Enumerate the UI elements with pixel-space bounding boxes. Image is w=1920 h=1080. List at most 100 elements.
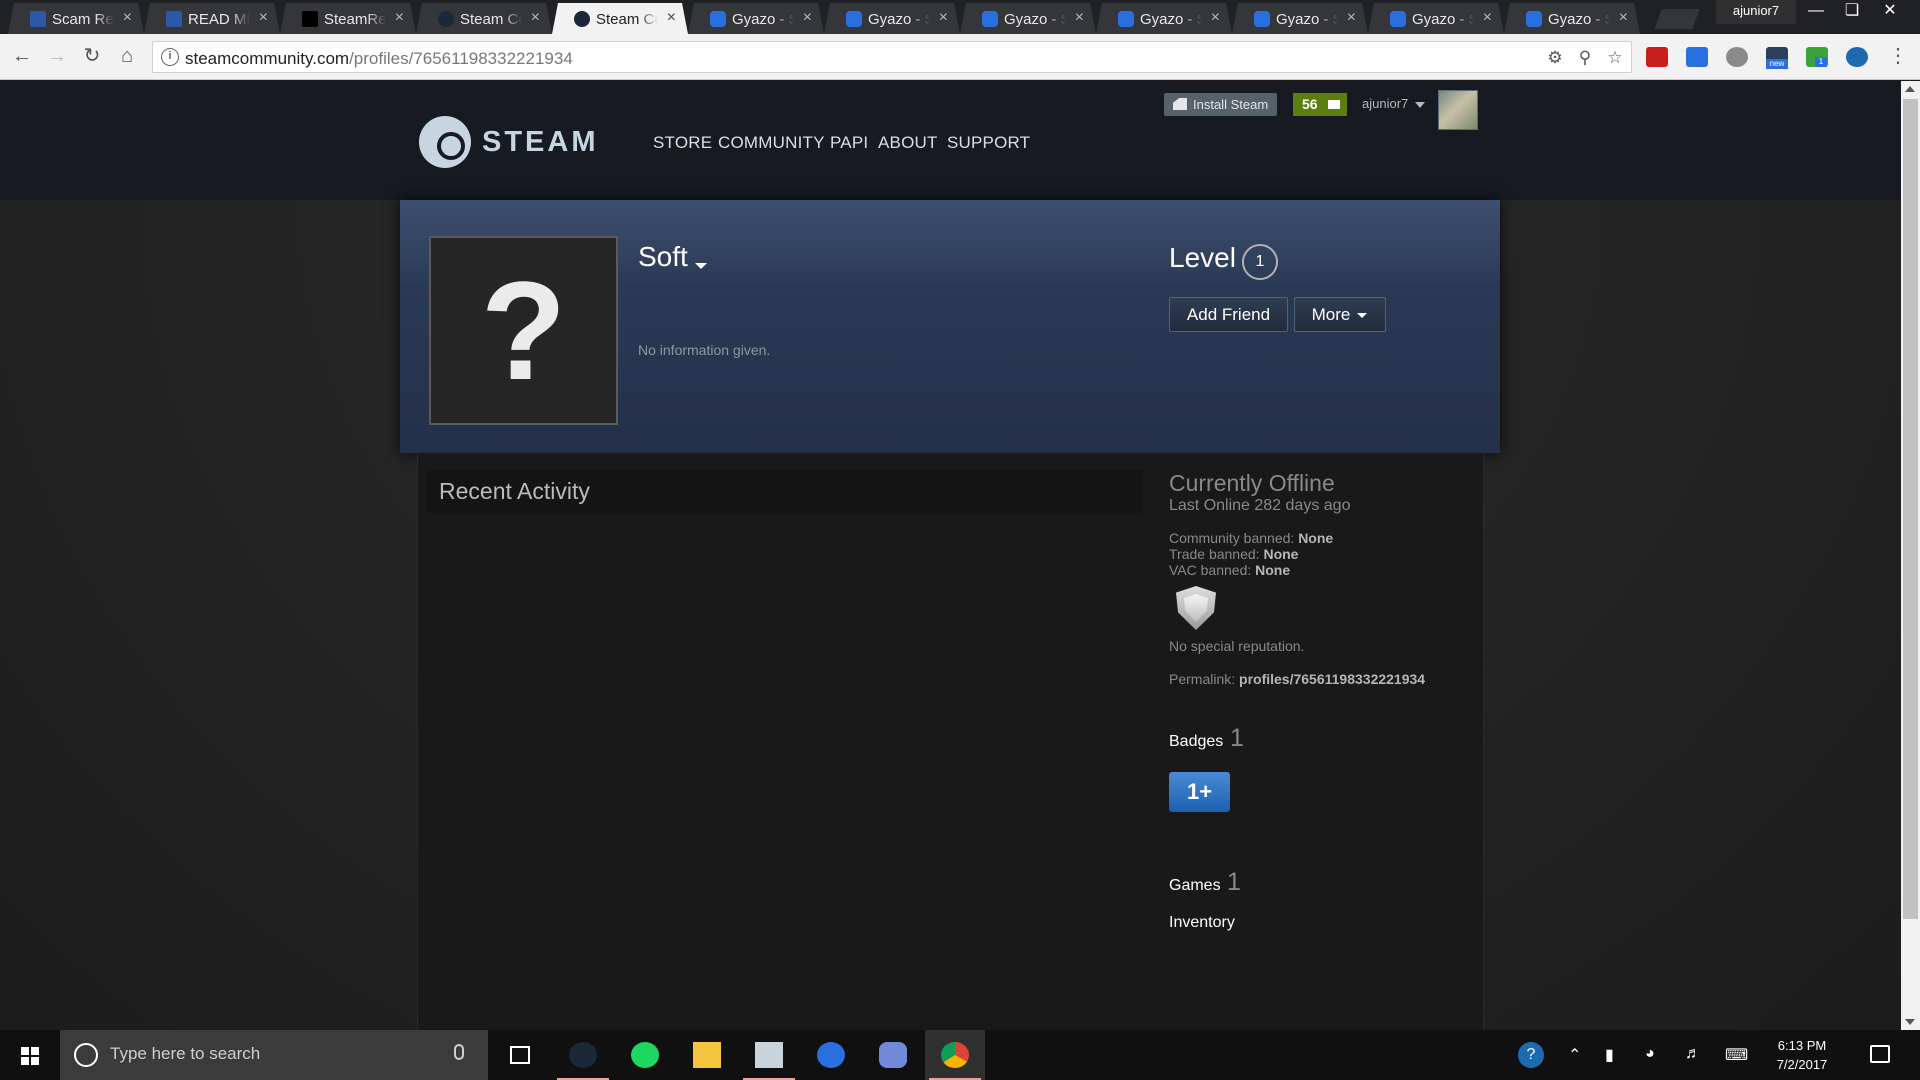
notification-button[interactable]: 56 <box>1293 93 1347 116</box>
browser-tab[interactable]: Gyazo - S × <box>824 3 960 34</box>
browser-tab[interactable]: Scam Rep × <box>8 3 144 34</box>
bookmark-star-icon[interactable]: ☆ <box>1605 48 1625 68</box>
help-tray-icon[interactable]: ? <box>1518 1042 1544 1068</box>
persona-dropdown-icon[interactable] <box>695 263 707 269</box>
cortana-icon <box>74 1043 98 1067</box>
close-tab-icon[interactable]: × <box>667 9 676 27</box>
browser-tab[interactable]: Steam Co × <box>552 3 688 34</box>
browser-tab[interactable]: Gyazo - S × <box>960 3 1096 34</box>
browser-profile-name[interactable]: ajunior7 <box>1716 0 1796 24</box>
close-tab-icon[interactable]: × <box>1619 9 1628 27</box>
close-tab-icon[interactable]: × <box>803 9 812 27</box>
vac-ban-value: None <box>1255 562 1291 578</box>
browser-tab[interactable]: SteamRep × <box>280 3 416 34</box>
extension-red-icon[interactable] <box>1646 47 1668 67</box>
close-tab-icon[interactable]: × <box>1211 9 1220 27</box>
games-link[interactable]: Games <box>1169 877 1221 895</box>
taskbar-gyazo[interactable] <box>801 1030 861 1080</box>
badge-icon[interactable]: 1+ <box>1169 772 1230 812</box>
browser-tab-label: Gyazo - S <box>1412 11 1474 28</box>
clock-time: 6:13 PM <box>1777 1038 1827 1053</box>
back-icon[interactable]: ← <box>8 42 36 70</box>
nav-store[interactable]: STORE <box>653 133 712 153</box>
show-hidden-icons[interactable]: ⌃ <box>1568 1045 1581 1065</box>
account-dropdown-icon[interactable] <box>1415 102 1425 108</box>
nav-about[interactable]: ABOUT <box>878 133 938 153</box>
system-clock[interactable]: 6:13 PM 7/2/2017 <box>1762 1036 1842 1074</box>
volume-icon[interactable]: ♬ <box>1685 1045 1701 1063</box>
browser-tab[interactable]: Gyazo - S × <box>688 3 824 34</box>
close-tab-icon[interactable]: × <box>939 9 948 27</box>
taskbar-app[interactable] <box>739 1030 799 1080</box>
task-view-button[interactable] <box>490 1030 550 1080</box>
close-tab-icon[interactable]: × <box>395 9 404 27</box>
steam-logo-icon[interactable] <box>419 116 471 168</box>
inventory-link[interactable]: Inventory <box>1169 914 1235 932</box>
browser-tab[interactable]: Gyazo - S × <box>1368 3 1504 34</box>
vertical-scrollbar[interactable] <box>1901 81 1920 1030</box>
address-bar[interactable]: i steamcommunity.com/profiles/7656119833… <box>152 41 1632 73</box>
nav-community[interactable]: COMMUNITY <box>718 133 825 153</box>
browser-tab[interactable]: Gyazo - S × <box>1096 3 1232 34</box>
add-friend-button[interactable]: Add Friend <box>1169 297 1288 332</box>
level-badge[interactable]: 1 <box>1242 244 1278 280</box>
close-tab-icon[interactable]: × <box>1347 9 1356 27</box>
gyazo-favicon-icon <box>1526 11 1542 27</box>
zoom-icon[interactable]: ⚲ <box>1575 48 1595 68</box>
games-count[interactable]: 1 <box>1227 868 1241 897</box>
close-tab-icon[interactable]: × <box>259 9 268 27</box>
nav-support[interactable]: SUPPORT <box>947 133 1030 153</box>
minimize-icon[interactable]: — <box>1798 0 1834 24</box>
extension-new-icon[interactable]: new <box>1766 47 1788 69</box>
close-tab-icon[interactable]: × <box>531 9 540 27</box>
browser-tab[interactable]: Steam Co × <box>416 3 552 34</box>
scroll-down-icon[interactable] <box>1905 1019 1915 1025</box>
action-center-icon[interactable] <box>1870 1045 1890 1063</box>
permalink-value[interactable]: profiles/76561198332221934 <box>1239 671 1425 687</box>
menu-icon[interactable]: ⋮ <box>1884 42 1912 70</box>
install-steam-button[interactable]: Install Steam <box>1164 93 1277 116</box>
start-button[interactable] <box>0 1030 60 1080</box>
extension-mask-icon[interactable] <box>1726 47 1748 67</box>
taskbar-steam[interactable] <box>553 1030 613 1080</box>
taskbar-spotify[interactable] <box>615 1030 675 1080</box>
extension-sync-icon[interactable] <box>1846 47 1868 67</box>
permalink: Permalink: profiles/76561198332221934 <box>1169 671 1425 687</box>
scroll-thumb[interactable] <box>1903 99 1918 919</box>
close-tab-icon[interactable]: × <box>1483 9 1492 27</box>
scroll-up-icon[interactable] <box>1905 86 1915 92</box>
taskbar-discord[interactable] <box>863 1030 923 1080</box>
persona-name[interactable]: Soft <box>638 241 688 273</box>
site-info-icon[interactable]: i <box>161 48 179 66</box>
browser-tab-strip: Scam Rep×READ ME×SteamRep×Steam Co×Steam… <box>0 0 1920 34</box>
close-tab-icon[interactable]: × <box>123 9 132 27</box>
reload-icon[interactable]: ↻ <box>78 42 106 70</box>
microphone-icon[interactable] <box>454 1044 464 1060</box>
nav-papi[interactable]: PAPI <box>830 133 868 153</box>
translate-icon[interactable]: ⚙ <box>1545 48 1565 68</box>
badges-link[interactable]: Badges <box>1169 733 1223 751</box>
home-icon[interactable]: ⌂ <box>113 42 141 70</box>
taskbar-file-explorer[interactable] <box>677 1030 737 1080</box>
battery-icon[interactable]: ▮ <box>1605 1045 1614 1065</box>
steam-logo-text[interactable]: STEAM <box>482 126 599 159</box>
more-button[interactable]: More <box>1294 297 1386 332</box>
gyazo-extension-icon[interactable] <box>1686 47 1708 67</box>
extension-s-icon[interactable]: 1 <box>1806 47 1828 67</box>
browser-tab[interactable]: Gyazo - S × <box>1504 3 1640 34</box>
close-window-icon[interactable]: ✕ <box>1872 0 1908 24</box>
taskbar-chrome[interactable] <box>925 1030 985 1080</box>
account-avatar[interactable] <box>1438 90 1478 130</box>
wifi-icon[interactable]: ◕ <box>1645 1045 1655 1063</box>
taskbar-search[interactable]: Type here to search <box>60 1030 488 1080</box>
account-menu[interactable]: ajunior7 <box>1362 96 1408 111</box>
badges-count[interactable]: 1 <box>1230 724 1244 753</box>
discord-icon <box>879 1042 907 1068</box>
keyboard-icon[interactable]: ⌨ <box>1725 1045 1748 1065</box>
browser-tab[interactable]: READ ME × <box>144 3 280 34</box>
restore-icon[interactable]: ❏ <box>1834 0 1870 24</box>
close-tab-icon[interactable]: × <box>1075 9 1084 27</box>
browser-tab[interactable]: Gyazo - S × <box>1232 3 1368 34</box>
new-tab-button[interactable] <box>1654 9 1700 29</box>
forward-icon[interactable]: → <box>43 42 71 70</box>
